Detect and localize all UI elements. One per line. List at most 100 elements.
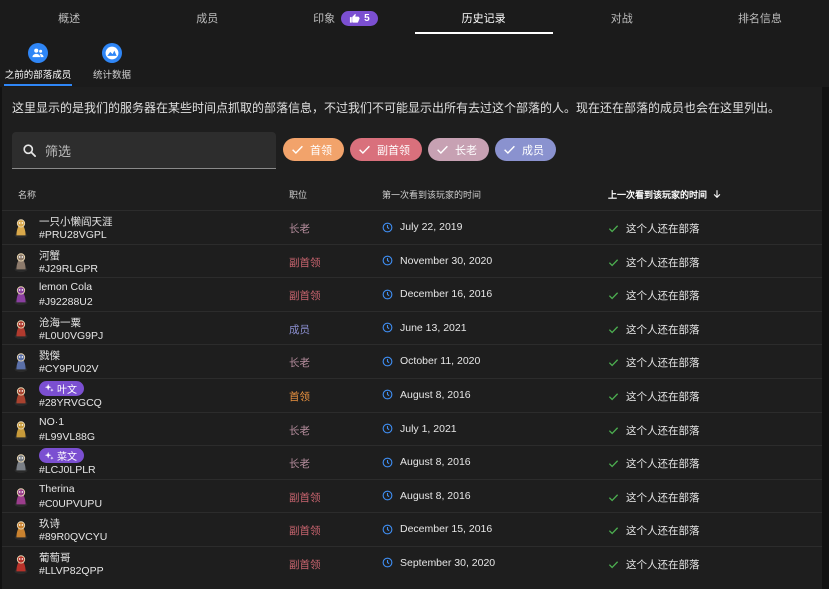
first-seen-date: July 22, 2019 [400, 221, 463, 233]
table-row[interactable]: 沧海一粟 #L0U0VG9PJ 成员 June 13, 2021 这个人还在部落 [2, 310, 822, 345]
legend-badge: 菜文 [39, 448, 84, 464]
table-row[interactable]: 玖诗 #89R0QVCYU 副首领 December 15, 2016 这个人还在部落 [2, 512, 822, 546]
first-seen-date: August 8, 2016 [400, 456, 471, 469]
first-seen-date: July 1, 2021 [400, 422, 457, 435]
player-name[interactable]: 河蟹 [39, 248, 60, 263]
player-avatar [14, 387, 28, 407]
check-icon [608, 527, 619, 535]
last-seen-cell: 这个人还在部落 [608, 355, 700, 370]
clock-icon [382, 356, 393, 367]
player-name[interactable]: 玖诗 [39, 516, 60, 531]
clock-icon [382, 457, 393, 468]
player-tag[interactable]: #J92288U2 [39, 296, 93, 308]
table-row[interactable]: 叶文 #28YRVGCQ 首领 August 8, 2016 这个人还在部落 [2, 377, 822, 412]
clock-icon [382, 390, 393, 400]
check-icon [608, 359, 619, 367]
column-header-name[interactable]: 名称 [18, 188, 36, 201]
tab-overview[interactable]: 概述 [0, 0, 138, 36]
last-seen-cell: 这个人还在部落 [608, 490, 700, 505]
column-header-first-seen[interactable]: 第一次看到该玩家的时间 [382, 188, 481, 201]
table-row[interactable]: 葡萄哥 #LLVP82QPP 副首领 September 30, 2020 这个人还在部… [2, 545, 822, 580]
clock-icon [382, 490, 393, 501]
player-name[interactable]: 葡萄哥 [39, 550, 71, 565]
first-seen-cell: August 8, 2016 [382, 389, 471, 401]
player-tag[interactable]: #PRU28VGPL [39, 229, 107, 241]
last-seen-cell: 这个人还在部落 [608, 221, 700, 236]
player-name[interactable]: 叶文 [39, 380, 84, 396]
player-tag[interactable]: #LCJ0LPLR [39, 464, 96, 476]
tab-wars[interactable]: 对战 [553, 0, 691, 36]
first-seen-cell: June 13, 2021 [382, 322, 467, 334]
check-icon [608, 494, 619, 502]
player-tag[interactable]: #L99VL88G [39, 431, 95, 443]
last-seen-cell: 这个人还在部落 [608, 389, 700, 404]
last-seen-status: 这个人还在部落 [626, 390, 700, 403]
player-tag[interactable]: #LLVP82QPP [39, 565, 104, 577]
filter-chip-label: 成员 [522, 144, 544, 157]
table-row[interactable]: Therina #C0UPVUPU 副首领 August 8, 2016 这个人还在部落 [2, 478, 822, 513]
check-icon [437, 145, 448, 155]
clock-icon [382, 255, 393, 266]
last-seen-status: 这个人还在部落 [626, 256, 700, 269]
last-seen-cell: 这个人还在部落 [608, 288, 700, 303]
player-name[interactable]: 戮傑 [39, 348, 60, 363]
column-header-role[interactable]: 职位 [289, 188, 307, 201]
clock-icon [382, 558, 393, 568]
player-role: 副首领 [289, 290, 321, 303]
table-row[interactable]: lemon Cola #J92288U2 副首领 December 16, 2016 这… [2, 277, 822, 311]
player-name[interactable]: Therina [39, 483, 75, 495]
last-seen-cell: 这个人还在部落 [608, 423, 700, 438]
clock-icon [382, 423, 393, 434]
filter-chip-label: 副首领 [377, 144, 410, 157]
player-role: 副首领 [289, 525, 321, 538]
first-seen-date: September 30, 2020 [400, 556, 496, 569]
player-name[interactable]: lemon Cola [39, 281, 92, 293]
chart-icon [102, 42, 122, 63]
check-icon [608, 326, 619, 334]
player-name-text: 菜文 [57, 452, 77, 464]
player-tag[interactable]: #L0U0VG9PJ [39, 330, 103, 342]
column-header-last-seen[interactable]: 上一次看到该玩家的时间 [608, 188, 722, 201]
last-seen-status: 这个人还在部落 [626, 558, 700, 571]
impressions-badge: 5 [341, 10, 378, 26]
subtab-former-members[interactable]: 之前的部落成员 [2, 36, 74, 87]
player-name[interactable]: 菜文 [39, 448, 84, 464]
player-tag[interactable]: #89R0QVCYU [39, 531, 107, 543]
filter-chip[interactable]: 成员 [495, 138, 556, 161]
player-tag[interactable]: #28YRVGCQ [39, 397, 102, 409]
player-avatar [14, 488, 28, 507]
check-icon [608, 426, 619, 434]
tab-impressions[interactable]: 印象 5 [276, 0, 414, 36]
role-filter-chips: 首领 副首领 长老 成员 [283, 138, 556, 161]
table-row[interactable]: 菜文 #LCJ0LPLR 长老 August 8, 2016 这个人还在部落 [2, 445, 822, 479]
filter-chip[interactable]: 副首领 [350, 138, 422, 161]
player-name[interactable]: 一只小懒阎天涯 [39, 214, 113, 229]
tab-members[interactable]: 成员 [138, 0, 276, 36]
player-name[interactable]: 沧海一粟 [39, 315, 81, 330]
check-icon [359, 145, 370, 155]
player-avatar [14, 454, 28, 474]
table-row[interactable]: 戮傑 #CY9PU02V 长老 October 11, 2020 这个人还在部落 [2, 344, 822, 378]
tab-rankings[interactable]: 排名信息 [691, 0, 829, 36]
table-row[interactable]: 河蟹 #J29RLGPR 副首领 November 30, 2020 这个人还在部落 [2, 243, 822, 278]
player-name[interactable]: NO·1 [39, 416, 64, 428]
table-row[interactable]: NO·1 #L99VL88G 长老 July 1, 2021 这个人还在部落 [2, 411, 822, 446]
filter-chip[interactable]: 长老 [428, 138, 489, 161]
subtab-statistics[interactable]: 统计数据 [76, 36, 148, 87]
filter-search-field[interactable]: 筛选 [12, 132, 276, 169]
table-header: 名称 职位 第一次看到该玩家的时间 上一次看到该玩家的时间 [2, 178, 822, 210]
player-tag[interactable]: #C0UPVUPU [39, 498, 102, 510]
check-icon [504, 145, 515, 155]
player-avatar [14, 252, 28, 272]
first-seen-date: June 13, 2021 [400, 321, 467, 334]
history-subnav: 之前的部落成员 统计数据 [0, 36, 829, 87]
player-tag[interactable]: #J29RLGPR [39, 263, 98, 275]
tab-history[interactable]: 历史记录 [414, 0, 553, 36]
tab-label: 历史记录 [461, 13, 506, 25]
arrow-down-icon [713, 190, 720, 199]
table-row[interactable]: 一只小懒阎天涯 #PRU28VGPL 长老 July 22, 2019 这个人还在部落 [2, 210, 822, 244]
player-tag[interactable]: #CY9PU02V [39, 363, 99, 375]
check-icon [608, 393, 619, 401]
first-seen-cell: July 22, 2019 [382, 221, 462, 233]
filter-chip[interactable]: 首领 [283, 138, 344, 161]
